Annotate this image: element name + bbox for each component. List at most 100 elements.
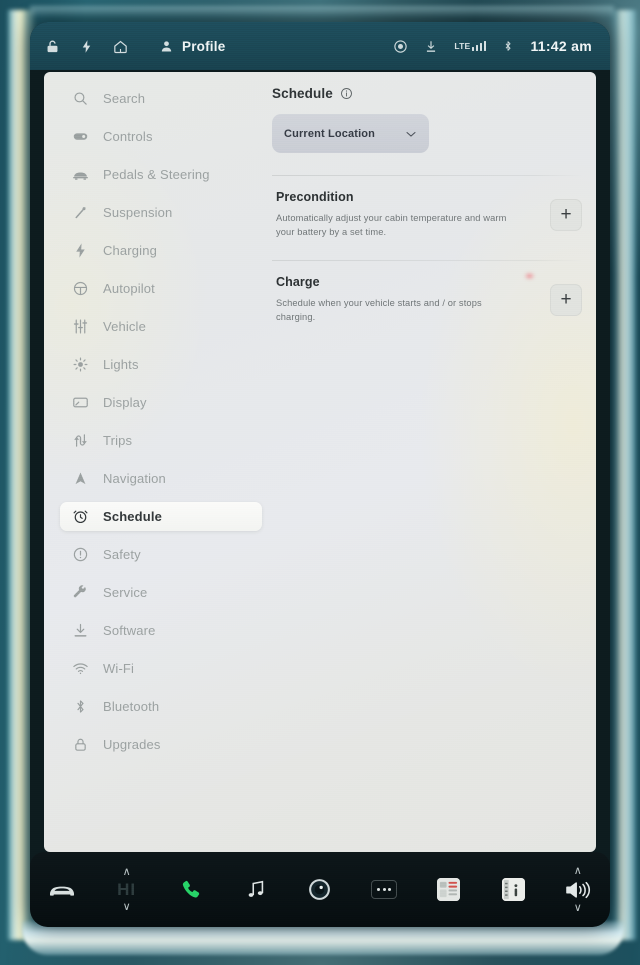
- sidebar-item-label: Lights: [103, 357, 139, 372]
- light-icon: [72, 356, 89, 373]
- home-icon[interactable]: [112, 38, 129, 55]
- wifi-icon: [72, 660, 89, 677]
- dot-1: [377, 888, 381, 891]
- music-note-icon[interactable]: [223, 852, 287, 927]
- profile-label: Profile: [182, 38, 226, 54]
- download-icon: [72, 622, 89, 639]
- speaker-icon[interactable]: [563, 879, 593, 901]
- sidebar-item-safety[interactable]: Safety: [60, 540, 262, 569]
- signal-bar-4: [483, 41, 487, 51]
- sidebar-item-service[interactable]: Service: [60, 578, 262, 607]
- sidebar-item-vehicle[interactable]: Vehicle: [60, 312, 262, 341]
- sidebar-item-label: Search: [103, 91, 146, 106]
- sidebar-item-autopilot[interactable]: Autopilot: [60, 274, 262, 303]
- warning-icon: [72, 546, 89, 563]
- signal-bar-3: [479, 43, 483, 51]
- clock: 11:42 am: [530, 38, 592, 54]
- search-icon: [72, 90, 89, 107]
- sidebar-item-charging[interactable]: Charging: [60, 236, 262, 265]
- person-icon: [159, 39, 174, 54]
- network-label: LTE: [454, 41, 471, 51]
- trips-icon: [72, 432, 89, 449]
- bluetooth-icon[interactable]: [502, 38, 514, 54]
- sidebar-item-display[interactable]: Display: [60, 388, 262, 417]
- download-icon[interactable]: [424, 39, 438, 54]
- bolt-icon: [72, 242, 89, 259]
- more-options-box: [371, 880, 398, 899]
- add-precondition-button[interactable]: +: [550, 198, 582, 231]
- charge-bolt-icon[interactable]: [79, 38, 94, 55]
- profile-button[interactable]: Profile: [159, 39, 225, 54]
- app-tile-info-icon[interactable]: [481, 852, 545, 927]
- car-icon[interactable]: [30, 852, 94, 927]
- temp-down-chevron-icon[interactable]: ∨: [123, 901, 131, 912]
- sidebar-item-upgrades[interactable]: Upgrades: [60, 730, 262, 759]
- alarm-clock-icon: [72, 508, 89, 525]
- info-icon[interactable]: [340, 87, 353, 100]
- lte-signal-icon: LTE: [454, 41, 487, 51]
- app-tile-seats-icon[interactable]: [417, 852, 481, 927]
- sliders-icon: [72, 318, 89, 335]
- sidebar-item-label: Schedule: [103, 509, 162, 524]
- sidebar-item-lights[interactable]: Lights: [60, 350, 262, 379]
- more-options-icon[interactable]: [352, 852, 416, 927]
- sidebar-item-pedals-steering[interactable]: Pedals & Steering: [60, 160, 262, 189]
- dot-3: [388, 888, 392, 891]
- sidebar-item-search[interactable]: Search: [60, 84, 262, 113]
- sidebar-item-label: Display: [103, 395, 147, 410]
- lock-icon[interactable]: [44, 38, 61, 55]
- sidebar-item-label: Safety: [103, 547, 141, 562]
- app-tile-seats: [437, 878, 461, 901]
- dot-2: [382, 888, 386, 891]
- volume-down-chevron-icon[interactable]: ∨: [574, 902, 582, 913]
- sidebar-item-software[interactable]: Software: [60, 616, 262, 645]
- sidebar-item-navigation[interactable]: Navigation: [60, 464, 262, 493]
- bluetooth-icon: [72, 698, 89, 715]
- sidebar-item-label: Wi-Fi: [103, 661, 135, 676]
- charge-card: Charge Schedule when your vehicle starts…: [272, 261, 582, 339]
- sidebar-item-trips[interactable]: Trips: [60, 426, 262, 455]
- phone-icon[interactable]: [159, 852, 223, 927]
- sidebar-item-label: Pedals & Steering: [103, 167, 210, 182]
- temp-up-chevron-icon[interactable]: ∧: [123, 866, 131, 877]
- charge-heading: Charge: [276, 274, 320, 289]
- add-charge-button[interactable]: +: [550, 283, 582, 316]
- steering-wheel-icon: [72, 280, 89, 297]
- sidebar-item-suspension[interactable]: Suspension: [60, 198, 262, 227]
- location-select[interactable]: Current Location: [272, 114, 429, 153]
- sidebar-item-label: Bluetooth: [103, 699, 160, 714]
- sidebar-item-label: Vehicle: [103, 319, 146, 334]
- volume-stepper[interactable]: ∧ ∨: [546, 852, 610, 927]
- settings-content: Schedule Current Location Precondition A…: [272, 86, 582, 339]
- settings-panel: Search Controls Pedals & Steering Suspensio…: [44, 72, 596, 852]
- signal-bar-1: [471, 47, 475, 51]
- sidebar-item-label: Software: [103, 623, 156, 638]
- signal-bar-2: [475, 45, 479, 51]
- sidebar-item-label: Charging: [103, 243, 157, 258]
- sidebar-item-label: Controls: [103, 129, 153, 144]
- schedule-header: Schedule: [272, 86, 582, 101]
- bottom-dock: ∧ HI ∨ ∧ ∨: [30, 852, 610, 927]
- photo-frame: Profile LTE 11:42 am Search Controls Ped…: [0, 0, 640, 965]
- sidebar-item-wi-fi[interactable]: Wi-Fi: [60, 654, 262, 683]
- navigation-icon: [72, 470, 89, 487]
- precondition-card: Precondition Automatically adjust your c…: [272, 176, 582, 254]
- page-title: Schedule: [272, 86, 333, 101]
- app-tile-info: [501, 878, 525, 901]
- sidebar-item-schedule[interactable]: Schedule: [60, 502, 262, 531]
- temperature-stepper[interactable]: ∧ HI ∨: [94, 852, 158, 927]
- sidebar-item-label: Suspension: [103, 205, 173, 220]
- camera-icon[interactable]: [288, 852, 352, 927]
- recording-circle-icon[interactable]: [393, 39, 408, 54]
- suspension-icon: [72, 204, 89, 221]
- sidebar-item-controls[interactable]: Controls: [60, 122, 262, 151]
- sidebar-item-label: Autopilot: [103, 281, 155, 296]
- precondition-heading: Precondition: [276, 190, 354, 204]
- location-select-value: Current Location: [284, 127, 376, 140]
- sidebar-item-bluetooth[interactable]: Bluetooth: [60, 692, 262, 721]
- status-bar: Profile LTE 11:42 am: [30, 22, 610, 70]
- charge-description: Schedule when your vehicle starts and / …: [276, 297, 482, 323]
- pedals-icon: [72, 166, 89, 183]
- volume-up-chevron-icon[interactable]: ∧: [574, 865, 582, 876]
- sidebar-item-label: Navigation: [103, 471, 166, 486]
